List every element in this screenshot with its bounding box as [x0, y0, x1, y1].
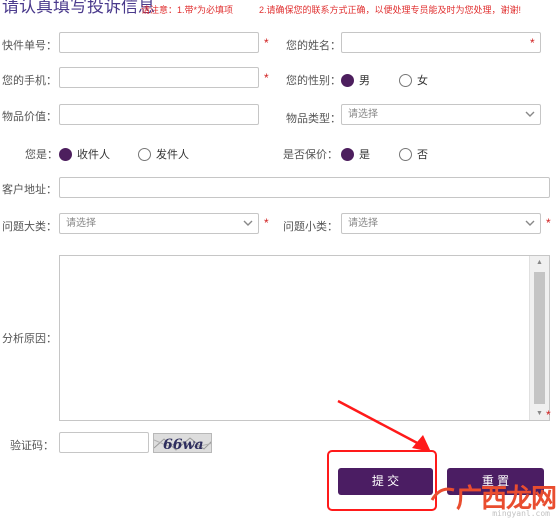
watermark-url: mingyanl.com — [492, 509, 550, 518]
watermark-logo: 广西龙网 mingyanl.com — [428, 478, 557, 518]
watermark-swoosh-icon — [430, 487, 455, 501]
annotation-arrow-icon — [337, 399, 431, 452]
